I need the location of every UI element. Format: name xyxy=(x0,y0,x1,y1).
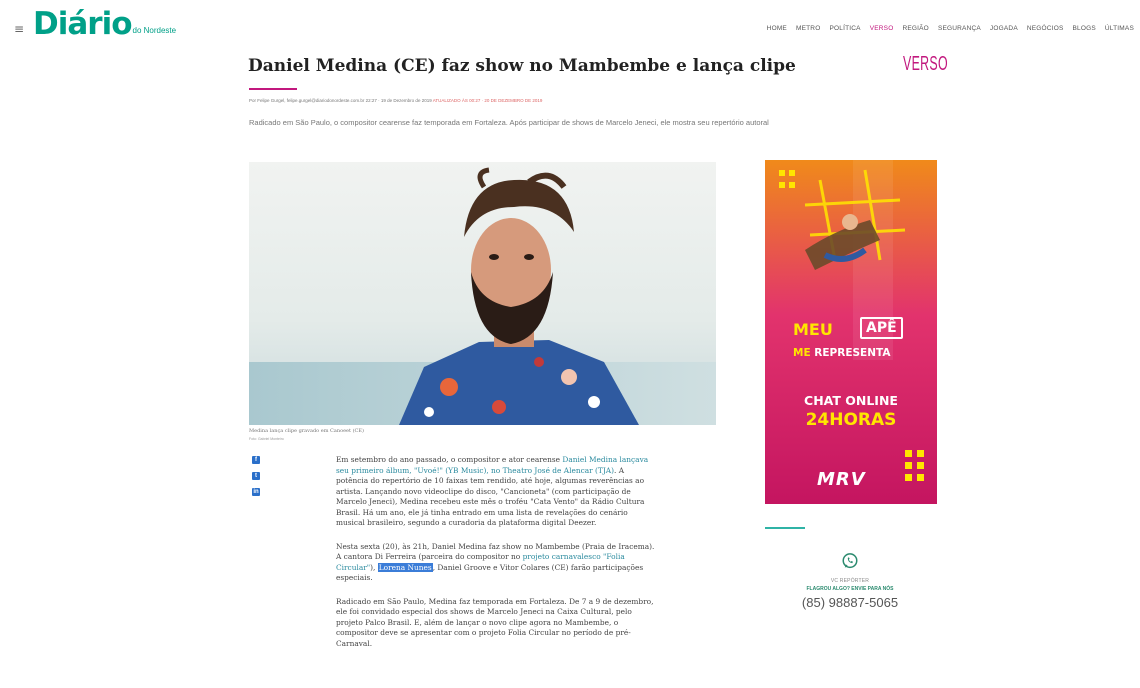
byline: Por Felipe Gurgel, felipe.gurgel@diariod… xyxy=(249,98,542,103)
logo-text: Diário xyxy=(33,6,132,42)
photo-illustration xyxy=(249,162,716,425)
ad-subheadline: ME REPRESENTA xyxy=(793,347,891,359)
menu-icon[interactable]: ≡ xyxy=(14,22,24,36)
ad-headline-box: APÊ xyxy=(860,317,903,339)
nav-item-home[interactable]: HOME xyxy=(767,25,787,32)
twitter-icon[interactable]: t xyxy=(252,472,260,480)
ad-headline: MEU xyxy=(793,320,833,339)
reporter-cta[interactable]: FLAGROU ALGO? ENVIE PARA NÓS xyxy=(765,586,935,592)
linkedin-icon[interactable]: in xyxy=(252,488,260,496)
nav-item-jogada[interactable]: JOGADA xyxy=(990,25,1018,32)
ad-subheadline-accent: ME xyxy=(793,347,811,359)
article-subtitle: Radicado em São Paulo, o compositor cear… xyxy=(249,118,769,127)
nav-item-blogs[interactable]: BLOGS xyxy=(1073,25,1096,32)
reporter-box: VC REPÓRTER FLAGROU ALGO? ENVIE PARA NÓS… xyxy=(765,552,935,610)
article-title: Daniel Medina (CE) faz show no Mambembe … xyxy=(248,56,796,76)
nav-item-verso[interactable]: VERSO xyxy=(870,25,894,32)
paragraph: Nesta sexta (20), às 21h, Daniel Medina … xyxy=(336,542,658,584)
main-nav: HOME METRO POLÍTICA VERSO REGIÃO SEGURAN… xyxy=(767,25,1134,32)
nav-item-seguranca[interactable]: SEGURANÇA xyxy=(938,25,981,32)
facebook-icon[interactable]: f xyxy=(252,456,260,464)
nav-item-negocios[interactable]: NEGÓCIOS xyxy=(1027,25,1064,32)
article-photo xyxy=(249,162,716,425)
paragraph-text: ), xyxy=(370,562,378,572)
ad-background xyxy=(765,160,937,504)
ad-subheadline-text: REPRESENTA xyxy=(814,347,891,359)
ad-brand-logo: MRV xyxy=(817,469,866,490)
paragraph: Em setembro do ano passado, o compositor… xyxy=(336,455,658,529)
ad-chat-text: CHAT ONLINE xyxy=(804,393,898,408)
title-divider xyxy=(249,88,297,90)
byline-date: 22:27 · 19 de Dezembro de 2019 xyxy=(365,98,432,103)
section-label[interactable]: VERSO xyxy=(903,53,948,76)
nav-item-ultimas[interactable]: ÚLTIMAS xyxy=(1105,25,1134,32)
byline-updated: ATUALIZADO ÀS 00:27 · 20 DE DEZEMBRO DE … xyxy=(432,98,543,103)
whatsapp-icon[interactable] xyxy=(841,552,859,570)
nav-item-metro[interactable]: METRO xyxy=(796,25,820,32)
article-body: Em setembro do ano passado, o compositor… xyxy=(336,455,658,662)
site-logo[interactable]: Diário do Nordeste xyxy=(33,8,176,40)
nav-item-regiao[interactable]: REGIÃO xyxy=(902,25,928,32)
site-header: ≡ Diário do Nordeste HOME METRO POLÍTICA… xyxy=(0,0,1140,48)
nav-item-politica[interactable]: POLÍTICA xyxy=(829,25,860,32)
paragraph-text: Em setembro do ano passado, o compositor… xyxy=(336,455,563,464)
share-bar: f t in xyxy=(252,456,260,496)
ad-hours-text: 24HORAS xyxy=(805,410,897,430)
photo-caption: Medina lança clipe gravado em Canoeet (C… xyxy=(249,428,364,434)
reporter-phone[interactable]: (85) 98887-5065 xyxy=(765,595,935,610)
advertisement-banner[interactable]: MEU APÊ ME REPRESENTA CHAT ONLINE 24HORA… xyxy=(765,160,937,504)
photo-credit: Foto: Gabriel Monteiro xyxy=(249,437,284,441)
sidebar-divider xyxy=(765,527,805,529)
logo-subtext: do Nordeste xyxy=(132,26,177,35)
selected-text[interactable]: Lorena Nunes xyxy=(377,562,433,572)
reporter-label: VC REPÓRTER xyxy=(830,578,870,584)
byline-author: Por Felipe Gurgel, felipe.gurgel@diariod… xyxy=(249,98,365,103)
paragraph: Radicado em São Paulo, Medina faz tempor… xyxy=(336,596,654,648)
